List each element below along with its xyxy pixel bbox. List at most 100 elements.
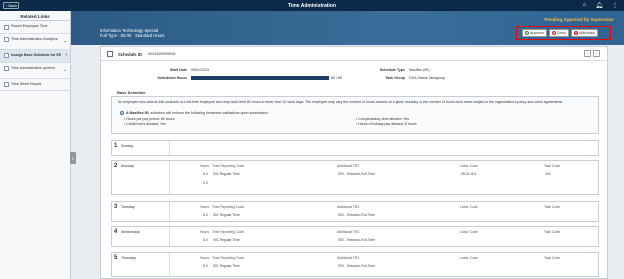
cell-additional-trc: 093 - Telework-Full-Time [338, 213, 376, 217]
chevron-down-icon[interactable]: ⌄ [63, 38, 67, 44]
cell-additional-trc: 093 - Telework-Full-Time [338, 172, 376, 176]
col-hours: Hours [200, 205, 210, 209]
previous-button[interactable]: ‹ [584, 50, 591, 57]
sidebar-item-assign-base-schedule[interactable]: Assign Base Schedule for EE › [0, 49, 70, 63]
col-task-code: Task Code [544, 230, 561, 234]
cell-additional-trc: 093 - Telework-Full-Time [338, 264, 376, 268]
standard-hours: Standard Hours [135, 33, 165, 38]
cell-hours: 0.0 [203, 181, 208, 185]
scheduled-hours-value: 80 / 80 [331, 76, 342, 80]
day-name: Tuesday [121, 205, 135, 209]
sidebar-item-label: Time Administration Analytics [11, 36, 58, 41]
chevron-left-icon: ‹ [586, 51, 589, 56]
top-bar: ‹ Back Time Administration ⌂ 🔔︎ ⋮ [0, 0, 624, 11]
cell-trc: 001 Regular Time [213, 172, 240, 176]
sidebar-item-queries[interactable]: Time administration queries ⌄ [0, 63, 70, 79]
calendar-icon [107, 51, 113, 57]
sidebar-item-label: Assign Base Schedule for EE [11, 52, 62, 57]
bullet-holiday-pay: • Hours of holiday pay allowed: 8 hours [356, 122, 417, 126]
chevron-right-icon: › [595, 51, 598, 56]
col-task-code: Task Code [544, 256, 561, 260]
related-links-sidebar: Related Links Report Employee Time Time … [0, 11, 71, 279]
day-block: 3 Tuesday Hours Time Reporting Code Addition… [111, 201, 599, 222]
schedule-icon [4, 53, 9, 58]
report-icon [4, 24, 9, 30]
day-number: 4 [114, 229, 118, 235]
day-name: Monday [121, 164, 134, 168]
schedule-type-value: Maxiflex (80) [409, 68, 430, 72]
schedule-id-label: Schedule ID [118, 52, 142, 57]
day-divider [169, 202, 170, 221]
start-date-label: Start Date [170, 68, 187, 72]
check-icon: ✓ [525, 31, 529, 35]
day-divider [169, 161, 170, 194]
col-additional-trc: Additional TRC [337, 230, 360, 234]
bullet-credit-hours: • Credit hours allowed: Yes [124, 122, 166, 126]
rule-prefix: A Maxiflex 80 [126, 111, 149, 115]
day-number: 2 [114, 163, 118, 169]
schedule-info-box: An employee who selects this schedule is… [111, 96, 599, 134]
day-block: 4 Wednesday Hours Time Reporting Code Additi… [111, 226, 599, 247]
next-button[interactable]: › [593, 50, 600, 57]
sidebar-item-analytics[interactable]: Time Administration Analytics ⌄ [0, 34, 70, 50]
col-labor-code: Labor Code [460, 256, 478, 260]
cell-trc: 001 Regular Time [213, 213, 240, 217]
day-name: Wednesday [121, 230, 140, 234]
info-icon: i [120, 111, 124, 115]
bullet-hours-per-pay: • Hours per pay period: 80 hours [124, 117, 175, 121]
full-type: Full Type - 80.00 [100, 33, 132, 38]
cell-trc: 001 Regular Time [213, 238, 240, 242]
withdraw-button[interactable]: ✕ Withdraw [571, 29, 598, 37]
deny-label: Deny [557, 31, 567, 35]
app-title: Time Administration [287, 3, 337, 9]
handle-icon: ‖ [72, 155, 74, 161]
cell-hours: 8.0 [203, 172, 208, 176]
report-icon [4, 82, 9, 87]
more-icon[interactable]: ⋮ [612, 2, 618, 9]
cell-hours: 8.0 [203, 238, 208, 242]
scheduled-hours-bar [191, 76, 329, 80]
rule-text: schedule will enforce the following time… [150, 111, 269, 115]
task-group-label: Task Group [385, 76, 405, 80]
sidebar-item-time-sheet-report[interactable]: Time Sheet Report [0, 79, 70, 91]
col-hours: Hours [200, 230, 210, 234]
status-badge: Pending Approval by Supervisor [544, 17, 614, 22]
schedule-id-value: 0001626000006 [148, 52, 176, 56]
sidebar-item-report-employee-time[interactable]: Report Employee Time [0, 21, 70, 34]
col-trc: Time Reporting Code [212, 256, 245, 260]
deny-button[interactable]: ⊘ Deny [549, 29, 570, 37]
col-hours: Hours [200, 256, 210, 260]
col-hours: Hours [200, 164, 210, 168]
cell-hours: 8.0 [203, 264, 208, 268]
header-banner: Information Technology Special Full Type… [71, 11, 624, 45]
day-number: 5 [114, 255, 118, 261]
day-name: Thursday [121, 256, 136, 260]
col-trc: Time Reporting Code [212, 205, 245, 209]
withdraw-label: Withdraw [579, 31, 595, 35]
deny-icon: ⊘ [552, 31, 557, 35]
col-labor-code: Labor Code [460, 205, 478, 209]
col-additional-trc: Additional TRC [337, 164, 360, 168]
task-group-value: GSA Status Taskgroup [409, 76, 446, 80]
schedule-description: An employee who selects this schedule is… [118, 100, 564, 104]
bullet-text: Hours of holiday pay allowed: 8 hours [358, 122, 417, 126]
start-date-value: 09/01/2023 [191, 68, 209, 72]
chevron-right-icon[interactable]: › [65, 52, 67, 58]
bell-icon[interactable]: 🔔︎ [595, 2, 603, 9]
day-block: 2 Monday Hours Time Reporting Code Additiona… [111, 160, 599, 195]
approve-button[interactable]: ✓ Approve [522, 29, 548, 37]
collapse-sidebar-handle[interactable]: ‖ [70, 152, 76, 164]
home-icon[interactable]: ⌂ [583, 2, 587, 9]
day-block: 5 Thursday Hours Time Reporting Code Additio… [111, 252, 599, 277]
col-task-code: Task Code [544, 164, 561, 168]
col-additional-trc: Additional TRC [337, 205, 360, 209]
cell-task-code: 193 [545, 172, 551, 176]
chevron-down-icon[interactable]: ⌄ [63, 67, 67, 73]
col-task-code: Task Code [544, 205, 561, 209]
sidebar-item-label: Report Employee Time [11, 24, 48, 28]
schedule-type-label: Schedule Type [379, 68, 405, 72]
sidebar-item-label: Time administration queries [11, 65, 56, 70]
day-divider [169, 253, 170, 276]
col-trc: Time Reporting Code [212, 164, 245, 168]
cell-hours: 8.0 [203, 213, 208, 217]
